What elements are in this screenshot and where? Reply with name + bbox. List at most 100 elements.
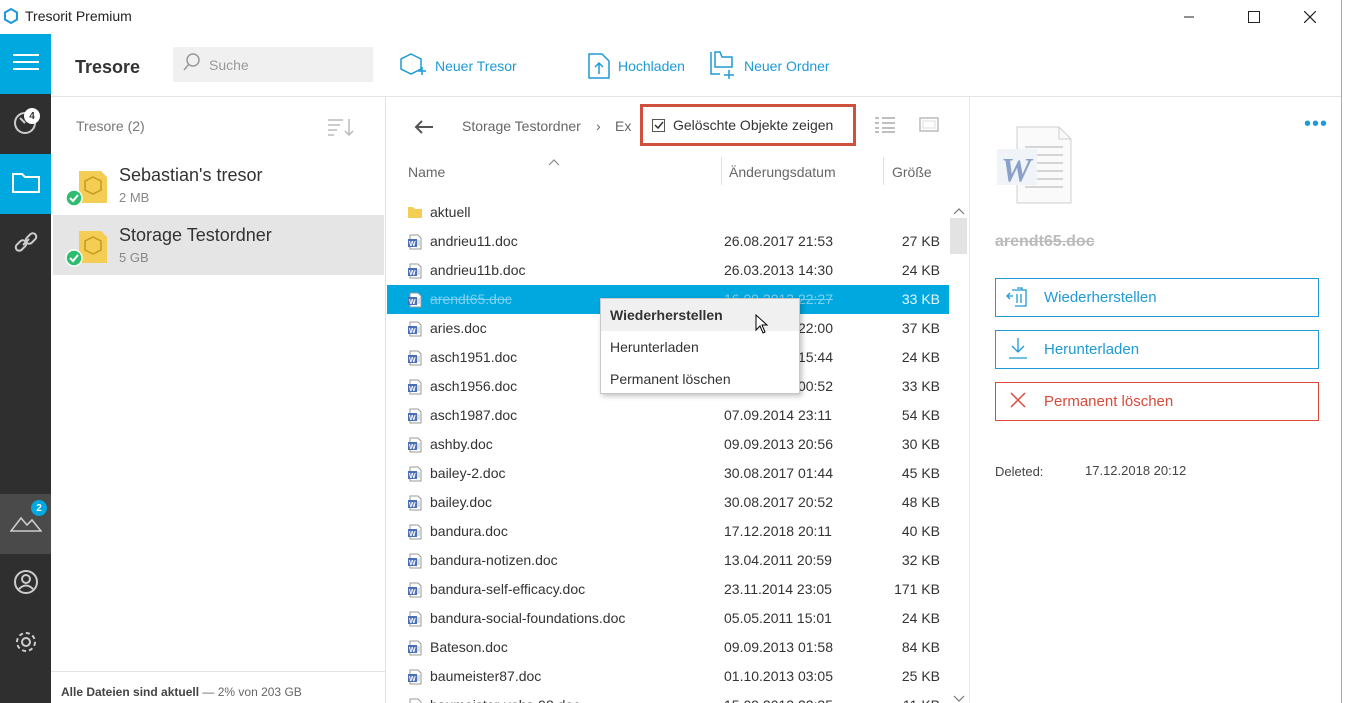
file-name: asch1987.doc: [430, 407, 518, 423]
file-name: bandura-notizen.doc: [430, 552, 558, 568]
checkbox-checked-icon[interactable]: [652, 118, 665, 132]
storage-usage: — 2% von 203 GB: [202, 685, 302, 699]
svg-text:W: W: [409, 618, 416, 625]
show-deleted-toggle[interactable]: Gelöschte Objekte zeigen: [640, 104, 856, 146]
file-size: 24 KB: [901, 610, 940, 626]
word-file-icon: W: [407, 524, 423, 543]
search-input[interactable]: [209, 56, 359, 73]
upload-button[interactable]: Hochladen: [588, 51, 685, 81]
download-icon: [1006, 336, 1030, 364]
word-file-icon: W: [407, 698, 423, 703]
more-options-icon[interactable]: •••: [1304, 113, 1328, 136]
vault-name: Storage Testordner: [119, 225, 272, 245]
menu-item-download[interactable]: Herunterladen: [601, 331, 799, 363]
rail-settings[interactable]: [0, 614, 51, 674]
vault-item[interactable]: Sebastian's tresor 2 MB: [53, 155, 384, 215]
file-name: Bateson.doc: [430, 639, 508, 655]
new-vault-button[interactable]: Neuer Tresor: [399, 51, 517, 81]
vault-item[interactable]: Storage Testordner 5 GB: [53, 215, 384, 275]
file-row[interactable]: W Bateson.doc 09.09.2013 01:58 84 KB: [387, 633, 949, 662]
back-arrow-icon[interactable]: [414, 119, 434, 138]
menu-button[interactable]: [0, 34, 51, 94]
rail-vaults[interactable]: [0, 154, 51, 214]
column-name[interactable]: Name: [408, 164, 445, 194]
menu-item-delete-permanent[interactable]: Permanent löschen: [601, 363, 799, 395]
menu-item-restore[interactable]: Wiederherstellen: [601, 299, 799, 331]
file-row[interactable]: Wasch1987.doc 07.09.2014 23:11 54 KB: [387, 401, 949, 430]
new-vault-icon: [399, 52, 427, 81]
file-row[interactable]: Washby.doc 09.09.2013 20:56 30 KB: [387, 430, 949, 459]
file-row[interactable]: Wbailey.doc 30.08.2017 20:52 48 KB: [387, 488, 949, 517]
file-size: 84 KB: [901, 639, 940, 655]
word-file-icon: W: [407, 553, 423, 572]
file-row[interactable]: Wbaumeister87.doc 01.10.2013 03:05 25 KB: [387, 662, 949, 691]
stats-badge: 2: [31, 500, 47, 516]
word-file-icon: W: [407, 611, 423, 630]
file-row[interactable]: Wbandura-notizen.doc 13.04.2011 20:59 32 K…: [387, 546, 949, 575]
breadcrumb-item[interactable]: Storage Testordner: [462, 118, 581, 134]
folder-icon: [407, 205, 423, 222]
file-name: arendt65.doc: [430, 291, 512, 307]
file-row[interactable]: Wbandura-social-foundations.doc 05.05.201…: [387, 604, 949, 633]
maximize-button[interactable]: [1231, 0, 1277, 34]
list-view-icon[interactable]: [874, 116, 896, 139]
svg-text:W: W: [409, 473, 416, 480]
scroll-thumb[interactable]: [950, 218, 967, 254]
user-icon: [13, 569, 39, 600]
column-date[interactable]: Änderungsdatum: [729, 164, 836, 194]
file-name: andrieu11b.doc: [430, 262, 526, 278]
file-row[interactable]: Wbailey-2.doc 30.08.2017 01:44 45 KB: [387, 459, 949, 488]
svg-text:W: W: [409, 560, 416, 567]
upload-icon: [588, 51, 610, 82]
scrollbar[interactable]: [949, 198, 968, 703]
svg-text:W: W: [409, 531, 416, 538]
new-folder-button[interactable]: Neuer Ordner: [710, 50, 830, 82]
download-button[interactable]: Herunterladen: [995, 330, 1319, 369]
file-row[interactable]: Wandrieu11.doc 26.08.2017 21:53 27 KB: [387, 227, 949, 256]
rail-links[interactable]: [0, 214, 51, 274]
vault-name: Sebastian's tresor: [119, 165, 263, 185]
activity-badge: 4: [24, 108, 40, 124]
delete-permanent-button[interactable]: Permanent löschen: [995, 382, 1319, 421]
word-file-icon: W: [407, 321, 423, 340]
rail-account[interactable]: [0, 554, 51, 614]
vault-list-header: Tresore (2): [76, 118, 145, 134]
restore-button[interactable]: Wiederherstellen: [995, 278, 1319, 317]
sort-icon[interactable]: [327, 117, 355, 142]
folder-row[interactable]: aktuell: [387, 198, 949, 227]
scroll-down-icon[interactable]: [953, 690, 965, 703]
detail-view-icon[interactable]: [919, 116, 939, 139]
breadcrumb-item[interactable]: Ex: [615, 118, 631, 134]
file-date: 09.09.2013 01:58: [724, 639, 833, 655]
rail-stats[interactable]: 2: [0, 494, 51, 554]
file-name: asch1951.doc: [430, 349, 518, 365]
file-row[interactable]: Wbandura-self-efficacy.doc 23.11.2014 23:…: [387, 575, 949, 604]
file-row[interactable]: Wbandura.doc 17.12.2018 20:11 40 KB: [387, 517, 949, 546]
vault-size: 5 GB: [119, 250, 149, 265]
deleted-label: Deleted:: [995, 464, 1044, 479]
svg-text:W: W: [1001, 152, 1034, 189]
rail-activity[interactable]: 4: [0, 94, 51, 154]
file-size: 48 KB: [901, 494, 940, 510]
close-button[interactable]: [1287, 0, 1333, 34]
column-divider: [721, 157, 722, 185]
word-document-icon: W: [995, 125, 1075, 212]
search-box[interactable]: [173, 47, 373, 82]
close-x-icon: [1006, 388, 1030, 416]
minimize-button[interactable]: [1166, 0, 1212, 34]
file-size: 27 KB: [901, 233, 940, 249]
column-size[interactable]: Größe: [892, 164, 932, 194]
file-row[interactable]: Wbaumeister-vohs-98.doc 15.09.2013 22:35 1…: [387, 691, 949, 703]
file-name: ashby.doc: [430, 436, 493, 452]
sync-status-text: Alle Dateien sind aktuell: [61, 685, 200, 699]
delete-permanent-label: Permanent löschen: [1044, 393, 1174, 410]
file-row[interactable]: Wandrieu11b.doc 26.03.2013 14:30 24 KB: [387, 256, 949, 285]
file-size: 24 KB: [901, 262, 940, 278]
file-date: 26.03.2013 14:30: [724, 262, 833, 278]
toolbar: Tresore Neuer Tresor Hochladen Neuer Ord…: [51, 34, 1341, 97]
file-size: 37 KB: [901, 320, 940, 336]
download-label: Herunterladen: [1044, 341, 1140, 358]
new-folder-icon: [710, 50, 736, 82]
svg-text:W: W: [409, 676, 416, 683]
restore-icon: [1006, 284, 1030, 312]
